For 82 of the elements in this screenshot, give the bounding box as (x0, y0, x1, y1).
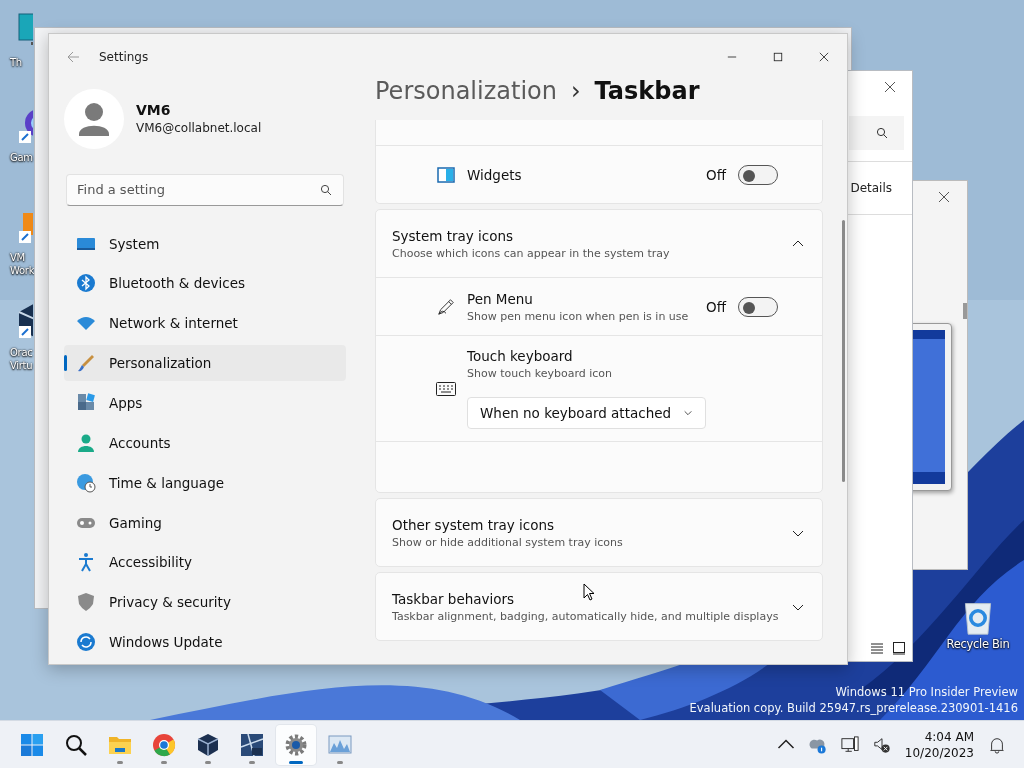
watermark-text: Evaluation copy. Build 25947.rs_prerelease.230901-1416 (689, 700, 1018, 716)
nav-item[interactable]: Apps (64, 385, 346, 421)
desktop-icon-label: Recycle Bin (946, 638, 1010, 651)
window-title: Settings (99, 50, 149, 64)
nav-item[interactable]: Accessibility (64, 544, 346, 581)
settings-icon (284, 732, 308, 757)
brush-icon (76, 353, 96, 374)
nav-item[interactable]: Network & internet (64, 305, 346, 342)
search-icon (876, 127, 888, 139)
section-header[interactable]: System tray icons Choose which icons can appear in the system tray (376, 210, 822, 277)
desktop-icon-label: Th (9, 56, 22, 69)
user-email: VM6@collabnet.local (136, 121, 262, 136)
speaker-muted-icon[interactable] (872, 735, 891, 754)
keyboard-icon (436, 379, 456, 398)
nav-item[interactable]: Privacy & security (64, 584, 346, 621)
section-title: Taskbar behaviors (392, 590, 515, 607)
shield-icon (76, 592, 96, 613)
user-name: VM6 (136, 102, 172, 119)
watermark-text: Windows 11 Pro Insider Preview (835, 684, 1018, 700)
xp-app-icon (240, 732, 264, 757)
cube-icon (196, 732, 220, 757)
setting-description: Show pen menu icon when pen is in use (467, 309, 689, 323)
browser-icon (152, 732, 176, 757)
network-icon[interactable] (840, 735, 859, 754)
desktop-icon-label: VM (9, 251, 25, 264)
page-title: Taskbar (594, 77, 700, 105)
avatar-icon[interactable] (64, 88, 124, 149)
nav-item[interactable]: Accounts (64, 424, 346, 461)
search-icon (64, 732, 88, 757)
close-icon[interactable] (938, 191, 950, 203)
nav-item[interactable]: Personalization (64, 345, 346, 382)
widgets-icon (436, 165, 456, 184)
bluetooth-icon (76, 273, 96, 294)
search-field[interactable] (849, 116, 904, 150)
pen-icon (436, 297, 456, 316)
section-title: Other system tray icons (392, 516, 555, 533)
apps-icon (76, 392, 96, 413)
chart-app-icon (328, 732, 352, 757)
scrollbar-thumb[interactable] (842, 220, 845, 482)
setting-label: Pen Menu (467, 290, 533, 307)
nav-item[interactable]: Time & language (64, 464, 346, 501)
back-arrow-icon[interactable] (66, 50, 80, 64)
toggle-state: Off (706, 166, 726, 183)
bell-icon[interactable] (988, 735, 1006, 754)
close-icon[interactable] (884, 81, 896, 93)
setting-label: Widgets (467, 166, 522, 183)
search-field[interactable]: Find a setting (66, 173, 344, 206)
sync-icon (76, 632, 96, 653)
nav-item[interactable]: Gaming (64, 504, 346, 541)
tile-view-icon[interactable] (892, 641, 906, 655)
clock-globe-icon (76, 472, 96, 493)
nav-item[interactable]: System (64, 225, 346, 262)
section-subtitle: Taskbar alignment, badging, automatically hide, and multiple displays (392, 609, 779, 623)
nav-item[interactable]: Windows Update (64, 624, 346, 660)
desktop-icon-label: Work (9, 264, 35, 277)
cursor-icon (583, 583, 595, 601)
start-icon (20, 732, 44, 757)
toggle-switch[interactable] (738, 164, 778, 185)
setting-label: Touch keyboard (467, 348, 573, 364)
scrollbar-thumb[interactable] (963, 303, 967, 319)
desktop-icon-label: Virtu (9, 359, 33, 372)
caret-icon (683, 408, 694, 418)
section-header[interactable]: Other system tray icons Show or hide additional system tray icons (376, 499, 822, 566)
search-icon (320, 183, 332, 196)
setting-description: Show touch keyboard icon (467, 367, 613, 380)
breadcrumb-separator: › (570, 77, 581, 105)
desktop-icon-label: Gam (9, 151, 33, 164)
tab[interactable]: Details (850, 181, 892, 195)
toggle-state: Off (706, 298, 726, 315)
taskbar-button[interactable] (276, 724, 316, 765)
desktop-icon-label: Orac (9, 346, 33, 359)
list-view-icon[interactable] (870, 641, 884, 655)
section-subtitle: Show or hide additional system tray icons (392, 535, 623, 549)
section-title: System tray icons (392, 227, 514, 244)
accessibility-icon (76, 552, 96, 573)
toggle-switch[interactable] (738, 296, 778, 317)
dropdown[interactable]: When no keyboard attached (467, 397, 707, 429)
nav-item[interactable]: Bluetooth & devices (64, 265, 346, 302)
clock[interactable]: 4:04 AM 10/20/2023 (904, 729, 974, 760)
breadcrumb-link[interactable]: Personalization (375, 77, 557, 105)
person-icon (76, 432, 96, 453)
section-subtitle: Choose which icons can appear in the system tray (392, 246, 670, 260)
